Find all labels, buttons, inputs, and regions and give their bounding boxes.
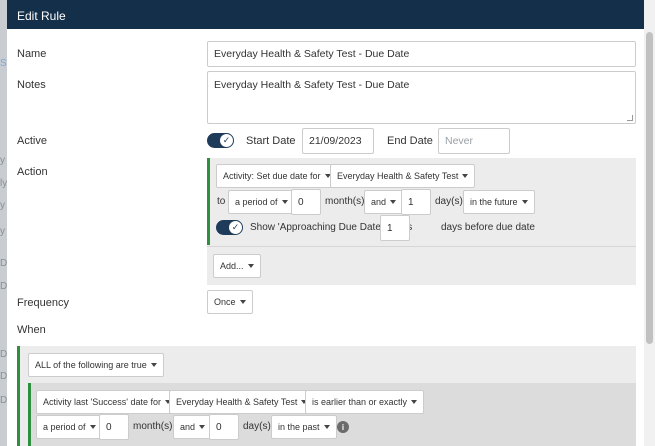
caret-down-icon bbox=[411, 400, 418, 404]
condition-and-select[interactable]: and bbox=[173, 415, 213, 439]
condition-days-input[interactable]: 0 bbox=[209, 414, 239, 440]
when-label: When bbox=[17, 324, 46, 336]
checkmark-icon: ✓ bbox=[220, 134, 233, 147]
when-accent-bar bbox=[17, 346, 20, 446]
background-text: y bbox=[0, 155, 5, 166]
condition-accent-bar bbox=[28, 383, 31, 446]
start-date-input[interactable]: 21/09/2023 bbox=[302, 128, 374, 154]
caret-down-icon bbox=[462, 174, 469, 178]
condition-operator-select[interactable]: is earlier than or exactly bbox=[305, 390, 425, 414]
days-label: day(s) bbox=[435, 196, 463, 207]
add-action-button[interactable]: Add... bbox=[213, 254, 261, 278]
resize-handle-icon[interactable] bbox=[627, 115, 633, 121]
caret-down-icon bbox=[150, 363, 157, 367]
notes-value: Everyday Health & Safety Test - Due Date bbox=[214, 79, 410, 91]
action-period-select[interactable]: a period of bbox=[228, 190, 295, 214]
action-days-input[interactable]: 1 bbox=[401, 189, 431, 215]
action-direction-select[interactable]: in the future bbox=[463, 190, 535, 214]
end-date-label: End Date bbox=[387, 135, 433, 147]
active-label: Active bbox=[17, 135, 47, 147]
action-accent-bar bbox=[207, 158, 210, 245]
condition-days-label: day(s) bbox=[243, 421, 271, 432]
name-value: Everyday Health & Safety Test - Due Date bbox=[214, 48, 410, 60]
caret-down-icon bbox=[199, 425, 206, 429]
caret-down-icon bbox=[521, 200, 528, 204]
frequency-select[interactable]: Once bbox=[207, 290, 253, 314]
start-date-label: Start Date bbox=[246, 135, 296, 147]
approaching-suffix: days before due date bbox=[441, 222, 535, 233]
to-label: to bbox=[217, 196, 226, 207]
divider bbox=[207, 246, 636, 247]
action-label: Action bbox=[17, 166, 48, 178]
action-and-select[interactable]: and bbox=[364, 190, 404, 214]
action-type-select[interactable]: Activity: Set due date for bbox=[216, 164, 338, 188]
active-toggle[interactable]: ✓ bbox=[207, 133, 234, 148]
frequency-label: Frequency bbox=[17, 297, 69, 309]
caret-down-icon bbox=[281, 200, 288, 204]
edit-rule-modal: Edit Rule Name Everyday Health & Safety … bbox=[7, 0, 644, 446]
caret-down-icon bbox=[239, 300, 246, 304]
condition-months-label: month(s) bbox=[133, 421, 173, 432]
condition-field-select[interactable]: Activity last 'Success' date for bbox=[36, 390, 178, 414]
scrollbar[interactable] bbox=[644, 0, 655, 446]
condition-course-select[interactable]: Everyday Health & Safety Test bbox=[169, 390, 315, 414]
scrollbar-thumb[interactable] bbox=[646, 32, 653, 344]
end-date-placeholder: Never bbox=[445, 135, 474, 147]
start-date-value: 21/09/2023 bbox=[309, 135, 362, 147]
caret-down-icon bbox=[89, 425, 96, 429]
checkmark-icon: ✓ bbox=[229, 221, 242, 234]
condition-months-input[interactable]: 0 bbox=[99, 414, 129, 440]
name-label: Name bbox=[17, 48, 47, 60]
info-icon[interactable]: i bbox=[337, 421, 349, 433]
modal-header: Edit Rule bbox=[7, 0, 644, 29]
notes-label: Notes bbox=[17, 79, 46, 91]
condition-direction-select[interactable]: in the past bbox=[271, 415, 337, 439]
notes-textarea[interactable]: Everyday Health & Safety Test - Due Date bbox=[207, 71, 636, 124]
caret-down-icon bbox=[247, 264, 254, 268]
background-text: y bbox=[0, 200, 5, 211]
when-group-select[interactable]: ALL of the following are true bbox=[28, 353, 164, 377]
end-date-input[interactable]: Never bbox=[438, 128, 510, 154]
approaching-toggle[interactable]: ✓ bbox=[216, 220, 243, 235]
name-input[interactable]: Everyday Health & Safety Test - Due Date bbox=[207, 41, 636, 67]
background-text: y bbox=[0, 226, 5, 237]
action-months-input[interactable]: 0 bbox=[291, 189, 321, 215]
caret-down-icon bbox=[323, 425, 330, 429]
condition-period-select[interactable]: a period of bbox=[36, 415, 103, 439]
caret-down-icon bbox=[390, 200, 397, 204]
modal-title: Edit Rule bbox=[17, 9, 66, 23]
approaching-days-input[interactable]: 1 bbox=[380, 215, 410, 241]
action-course-select[interactable]: Everyday Health & Safety Test bbox=[330, 164, 476, 188]
months-label: month(s) bbox=[325, 196, 365, 207]
